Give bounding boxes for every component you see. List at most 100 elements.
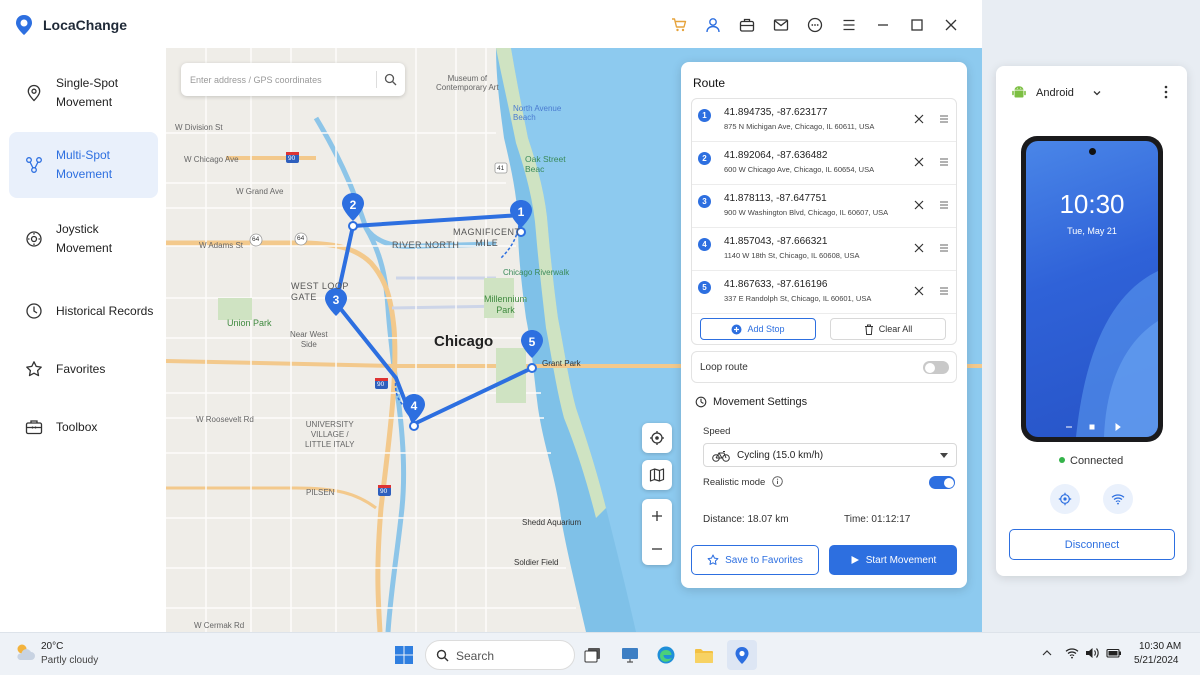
cart-icon[interactable] <box>662 12 696 38</box>
remove-stop-icon[interactable] <box>913 285 925 297</box>
remove-stop-icon[interactable] <box>913 242 925 254</box>
map-label-soldier-field: Soldier Field <box>514 558 559 567</box>
device-locate-button[interactable] <box>1050 484 1080 514</box>
route-pin-1[interactable]: 1 <box>510 201 532 223</box>
user-icon[interactable] <box>696 12 730 38</box>
menu-icon[interactable] <box>832 12 866 38</box>
device-os-name[interactable]: Android <box>1036 87 1074 99</box>
remove-stop-icon[interactable] <box>913 113 925 125</box>
wifi-icon[interactable] <box>1065 647 1079 659</box>
sidebar: Single-Spot Movement Multi-Spot Movement… <box>0 48 166 632</box>
search-icon[interactable] <box>384 73 397 86</box>
chevron-down-icon[interactable] <box>1092 88 1102 98</box>
sidebar-item-single-spot[interactable]: Single-Spot Movement <box>9 60 158 126</box>
weather-desc: Partly cloudy <box>41 655 99 666</box>
route-stop[interactable]: 3 41.878113, -87.647751 900 W Washington… <box>692 185 956 228</box>
sidebar-item-toolbox[interactable]: Toolbox <box>9 394 158 460</box>
map-label-grant-park: Grant Park <box>542 359 581 368</box>
route-stop[interactable]: 5 41.867633, -87.616196 337 E Randolph S… <box>692 271 956 314</box>
widgets-button[interactable] <box>615 640 645 670</box>
feedback-icon[interactable] <box>798 12 832 38</box>
map-layer-button[interactable] <box>642 460 672 490</box>
route-pin-3[interactable]: 3 <box>325 289 347 311</box>
stop-number-badge: 2 <box>698 152 711 165</box>
chevron-up-icon[interactable] <box>1041 647 1053 659</box>
start-button[interactable] <box>389 640 419 670</box>
speed-label: Speed <box>703 426 731 437</box>
taskbar-clock-date[interactable]: 5/21/2024 <box>1134 655 1179 666</box>
drag-handle-icon[interactable] <box>939 200 949 210</box>
task-view-button[interactable] <box>578 640 608 670</box>
sidebar-item-label: Historical Records <box>56 303 154 318</box>
locachange-taskbar-button[interactable] <box>727 640 757 670</box>
phone-camera <box>1089 148 1096 155</box>
clock-icon <box>24 301 44 321</box>
route-stop[interactable]: 4 41.857043, -87.666321 1140 W 18th St, … <box>692 228 956 271</box>
file-explorer-button[interactable] <box>689 640 719 670</box>
map-label-city: Chicago <box>434 333 494 350</box>
drag-handle-icon[interactable] <box>939 243 949 253</box>
route-pin-5[interactable]: 5 <box>521 331 543 353</box>
edge-button[interactable] <box>651 640 681 670</box>
device-wifi-button[interactable] <box>1103 484 1133 514</box>
map-label-pilsen: PILSEN <box>306 488 335 497</box>
battery-icon[interactable] <box>1106 647 1122 659</box>
disconnect-button[interactable]: Disconnect <box>1009 529 1175 560</box>
phone-screen: 10:30 Tue, May 21 <box>1026 141 1158 437</box>
close-icon[interactable] <box>934 12 968 38</box>
zoom-out-button[interactable] <box>642 532 672 565</box>
map-label-hwy-90c: 90 <box>380 488 388 495</box>
joystick-icon <box>24 229 44 249</box>
save-to-favorites-button[interactable]: Save to Favorites <box>691 545 819 575</box>
locate-me-button[interactable] <box>642 423 672 453</box>
toolkit-icon[interactable] <box>730 12 764 38</box>
clear-all-button[interactable]: Clear All <box>830 318 946 340</box>
phone-date: Tue, May 21 <box>1067 226 1117 236</box>
remove-stop-icon[interactable] <box>913 156 925 168</box>
realistic-mode-label: Realistic mode <box>703 477 766 488</box>
taskbar-search[interactable]: Search <box>425 640 575 670</box>
loop-route-toggle[interactable] <box>923 361 949 374</box>
speed-value: Cycling (15.0 km/h) <box>737 450 824 461</box>
distance-value: Distance: 18.07 km <box>703 514 789 525</box>
remove-stop-icon[interactable] <box>913 199 925 211</box>
partly-cloudy-icon[interactable] <box>14 642 36 662</box>
star-icon <box>24 359 44 379</box>
sidebar-item-label: Joystick Movement <box>56 222 113 255</box>
sidebar-item-favorites[interactable]: Favorites <box>9 336 158 402</box>
start-movement-label: Start Movement <box>865 554 937 566</box>
stop-coordinates: 41.894735, -87.623177 <box>724 107 828 118</box>
route-pin-2[interactable]: 2 <box>342 194 364 216</box>
stop-coordinates: 41.892064, -87.636482 <box>724 150 828 161</box>
info-icon[interactable] <box>772 476 783 487</box>
start-movement-button[interactable]: Start Movement <box>829 545 957 575</box>
realistic-mode-toggle[interactable] <box>929 476 955 489</box>
minimize-icon[interactable] <box>866 12 900 38</box>
speed-select[interactable]: Cycling (15.0 km/h) <box>703 443 957 467</box>
sidebar-item-multi-spot[interactable]: Multi-Spot Movement <box>9 132 158 198</box>
stop-coordinates: 41.878113, -87.647751 <box>724 193 827 204</box>
route-pin-4[interactable]: 4 <box>403 395 425 417</box>
volume-icon[interactable] <box>1085 647 1099 659</box>
drag-handle-icon[interactable] <box>939 286 949 296</box>
app-title: LocaChange <box>43 17 128 33</box>
map-icon <box>649 468 665 482</box>
sidebar-item-historical[interactable]: Historical Records <box>9 278 158 344</box>
phone-clock: 10:30 <box>1059 189 1125 219</box>
route-stop[interactable]: 2 41.892064, -87.636482 600 W Chicago Av… <box>692 142 956 185</box>
route-stop[interactable]: 1 41.894735, -87.623177 875 N Michigan A… <box>692 99 956 142</box>
more-vertical-icon[interactable] <box>1164 85 1168 99</box>
map-label-hwy-41: 41 <box>497 165 505 172</box>
taskbar-clock-time[interactable]: 10:30 AM <box>1139 641 1181 652</box>
route-title: Route <box>693 76 726 90</box>
mail-icon[interactable] <box>764 12 798 38</box>
address-search-input[interactable] <box>190 71 370 88</box>
zoom-in-button[interactable] <box>642 499 672 532</box>
maximize-icon[interactable] <box>900 12 934 38</box>
sidebar-item-joystick[interactable]: Joystick Movement <box>9 206 158 272</box>
wifi-icon <box>1111 494 1125 505</box>
drag-handle-icon[interactable] <box>939 157 949 167</box>
drag-handle-icon[interactable] <box>939 114 949 124</box>
device-panel: Android 10:30 Tue, May 21 Connected Disc… <box>996 66 1187 576</box>
add-stop-button[interactable]: Add Stop <box>700 318 816 340</box>
